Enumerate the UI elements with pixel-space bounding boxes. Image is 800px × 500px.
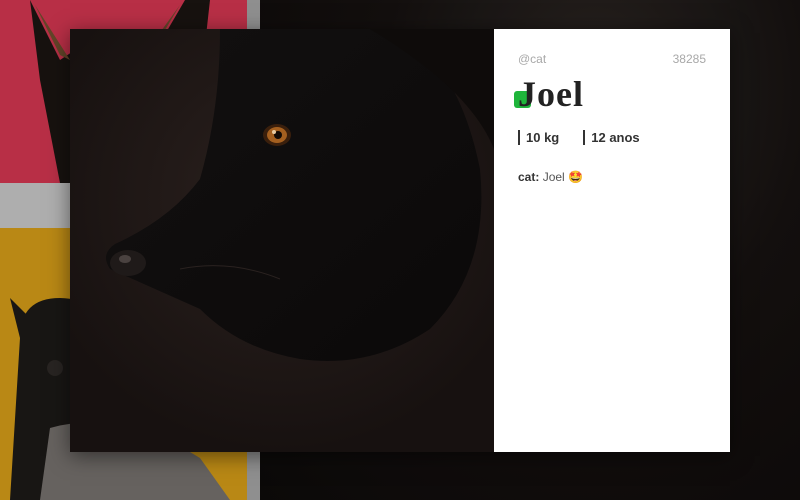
comment-item: cat: Joel 🤩 — [518, 170, 583, 184]
comment-text: Joel 🤩 — [542, 170, 583, 184]
black-dog-photo — [70, 29, 494, 452]
pet-weight: 10 kg — [518, 130, 559, 145]
comment-author[interactable]: cat: — [518, 170, 539, 184]
pet-name-block: Joel — [514, 73, 584, 115]
pet-modal: @cat 38285 Joel 10 kg 12 anos cat: Joel … — [70, 29, 730, 452]
pet-info-panel: @cat 38285 Joel 10 kg 12 anos cat: Joel … — [494, 29, 730, 452]
pet-photo — [70, 29, 494, 452]
pet-name: Joel — [518, 74, 584, 114]
pet-age: 12 anos — [583, 130, 640, 145]
author-link[interactable]: @cat — [518, 52, 546, 66]
pet-stats: 10 kg 12 anos — [518, 130, 664, 145]
view-count: 38285 — [672, 52, 706, 66]
